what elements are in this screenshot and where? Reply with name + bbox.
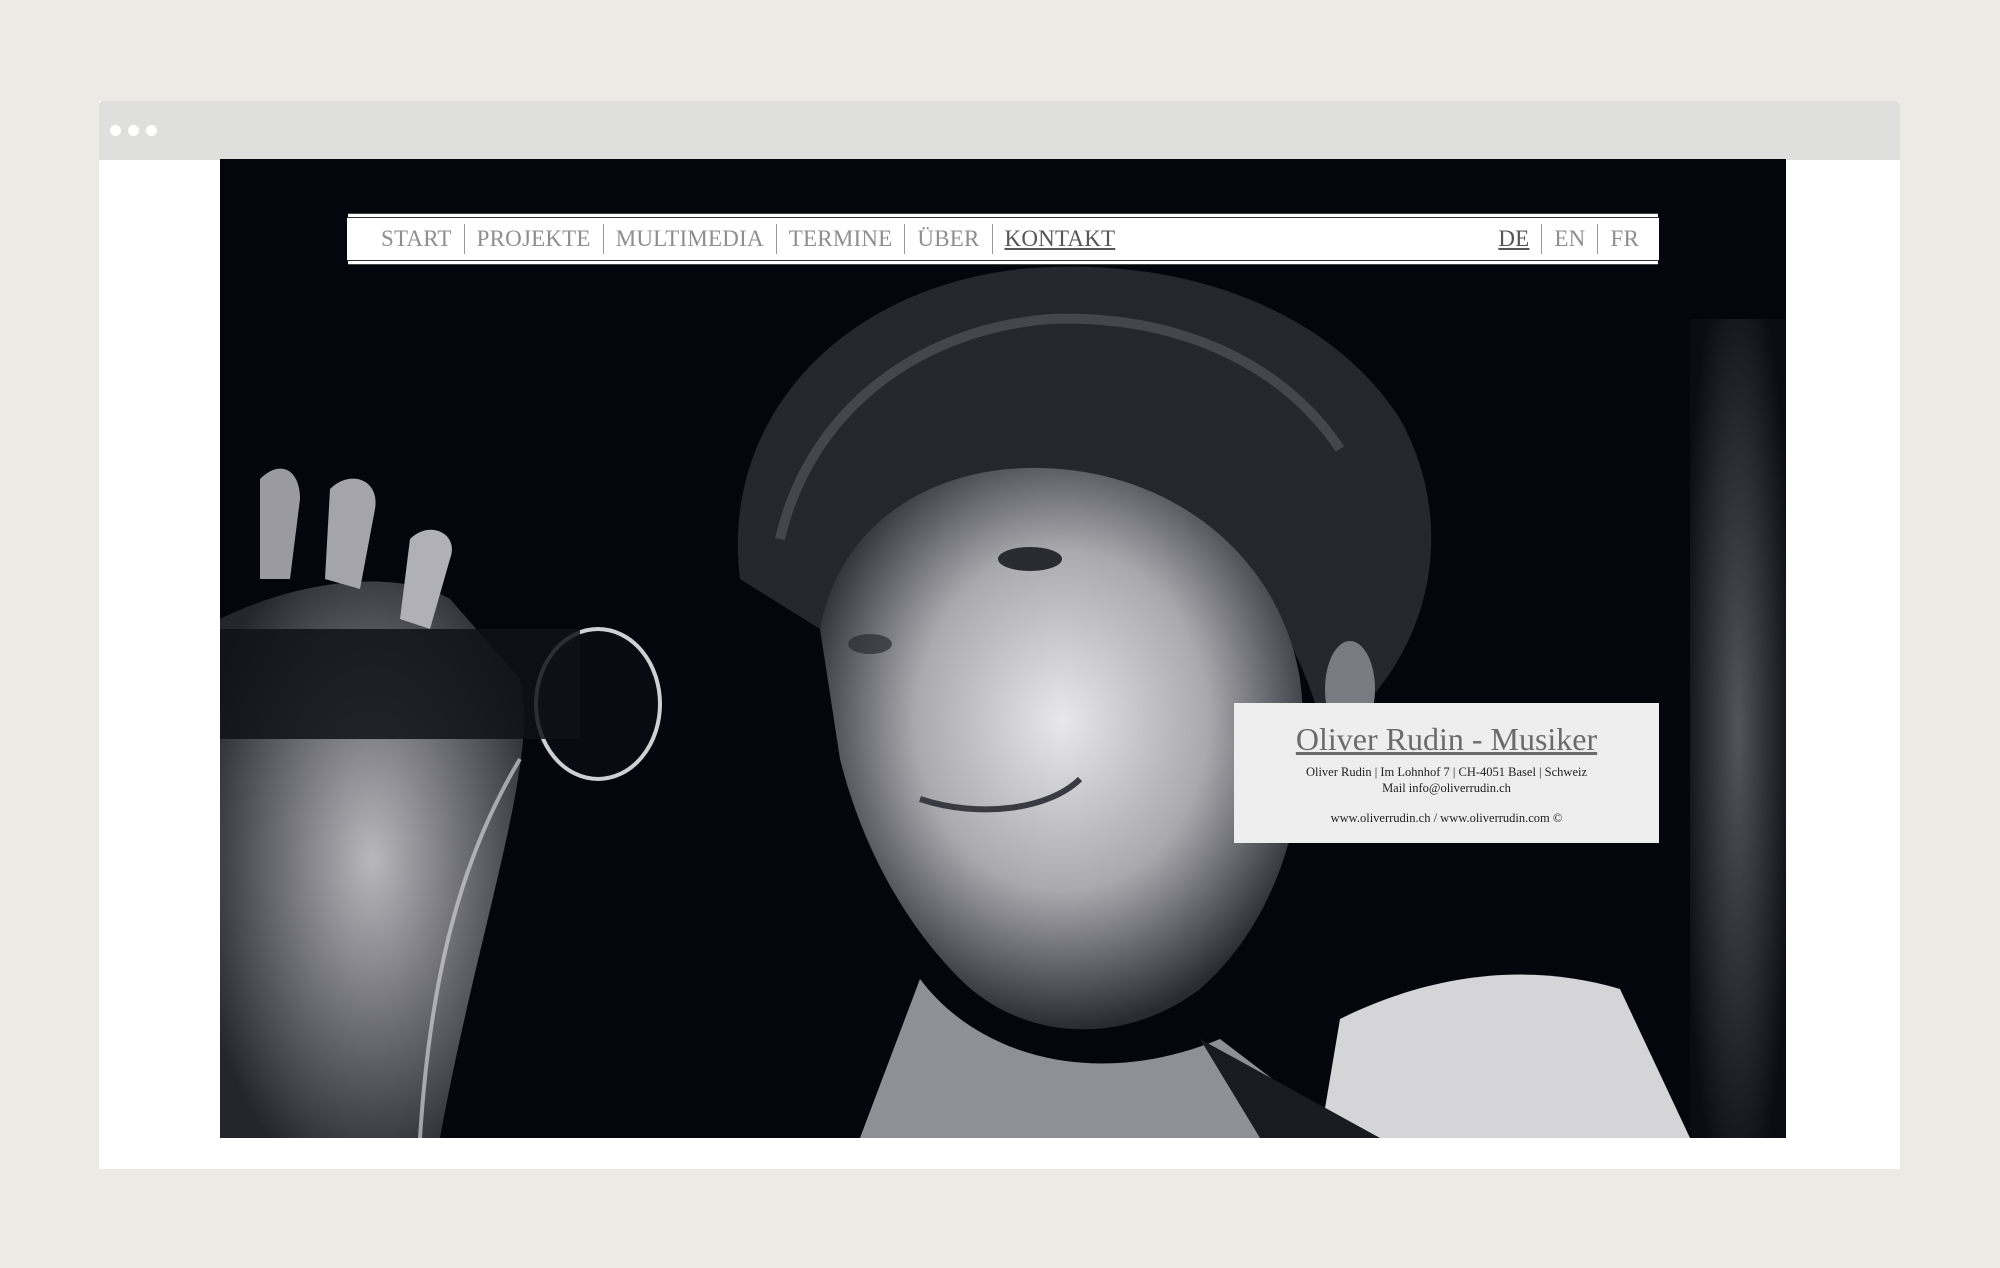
nav-item-ueber[interactable]: ÜBER <box>905 226 991 252</box>
browser-window: START PROJEKTE MULTIMEDIA TERMINE ÜBER K… <box>99 101 1900 1169</box>
hero-photo <box>220 159 1786 1138</box>
nav-item-termine[interactable]: TERMINE <box>777 226 905 252</box>
nav-links: START PROJEKTE MULTIMEDIA TERMINE ÜBER K… <box>369 218 1127 260</box>
contact-address: Oliver Rudin | Im Lohnhof 7 | CH-4051 Ba… <box>1305 765 1588 779</box>
nav-item-start[interactable]: START <box>369 226 464 252</box>
nav-item-multimedia[interactable]: MULTIMEDIA <box>604 226 776 252</box>
main-navigation: START PROJEKTE MULTIMEDIA TERMINE ÜBER K… <box>347 217 1659 261</box>
language-switcher: DE EN FR <box>1486 218 1651 260</box>
contact-info-box: Oliver Rudin - Musiker Oliver Rudin | Im… <box>1234 703 1659 843</box>
lang-en-link[interactable]: EN <box>1542 226 1597 252</box>
window-dot-icon[interactable] <box>128 125 139 136</box>
contact-title-link[interactable]: Oliver Rudin - Musiker <box>1234 721 1659 758</box>
page-viewport: START PROJEKTE MULTIMEDIA TERMINE ÜBER K… <box>220 159 1786 1138</box>
contact-mail: Mail info@oliverrudin.ch <box>1382 781 1511 795</box>
window-dot-icon[interactable] <box>110 125 121 136</box>
window-dot-icon[interactable] <box>146 125 157 136</box>
browser-titlebar <box>99 101 1900 160</box>
lang-de-link[interactable]: DE <box>1486 226 1541 252</box>
nav-item-kontakt[interactable]: KONTAKT <box>993 226 1128 252</box>
lang-fr-link[interactable]: FR <box>1598 226 1651 252</box>
nav-item-projekte[interactable]: PROJEKTE <box>465 226 603 252</box>
contact-websites: www.oliverrudin.ch / www.oliverrudin.com… <box>1330 811 1563 825</box>
